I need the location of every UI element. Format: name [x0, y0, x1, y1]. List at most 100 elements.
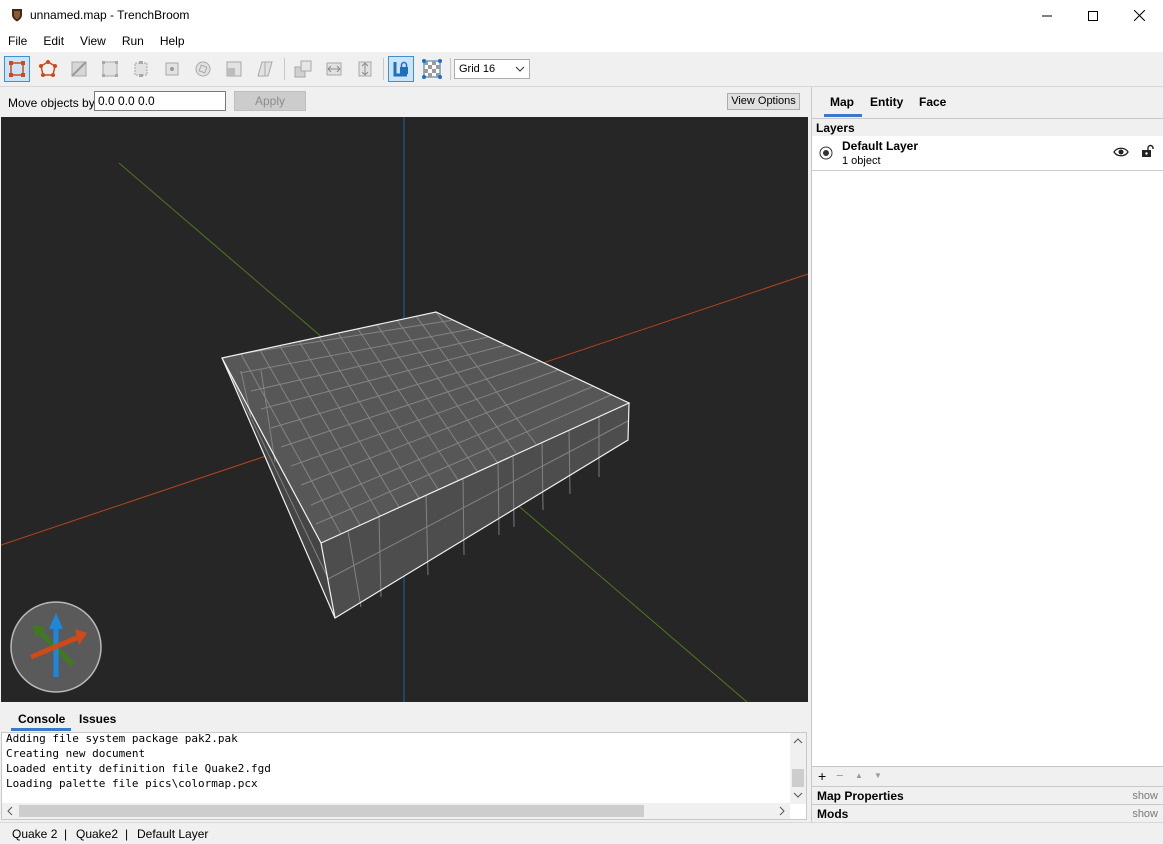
brush-box	[221, 311, 631, 619]
status-bar: Quake 2 | Quake2 | Default Layer	[0, 822, 1163, 844]
edge-tool-button[interactable]	[66, 56, 92, 82]
tab-entity[interactable]: Entity	[870, 95, 903, 109]
duplicate-icon	[294, 60, 312, 78]
status-separator: |	[125, 827, 129, 841]
brush-tool-button[interactable]	[4, 56, 30, 82]
window-title: unnamed.map - TrenchBroom	[30, 8, 190, 22]
grid-size-value: Grid 16	[459, 63, 496, 75]
console-line: Loaded entity definition file Quake2.fgd	[6, 762, 271, 775]
maximize-icon	[1088, 10, 1098, 21]
remove-layer-button[interactable]: −	[836, 768, 844, 783]
edge-tool-icon	[71, 61, 87, 77]
apply-button[interactable]: Apply	[234, 91, 306, 111]
console-tab-bar: Console Issues	[0, 703, 809, 732]
minimize-button[interactable]	[1024, 0, 1070, 31]
scroll-down-icon	[793, 792, 803, 798]
console-horizontal-scroll-thumb[interactable]	[19, 805, 644, 817]
active-layer-radio-icon[interactable]	[819, 146, 833, 160]
map-tab-underline	[824, 114, 862, 117]
flip-vertical-icon	[358, 61, 372, 77]
tab-console[interactable]: Console	[18, 712, 65, 726]
shear-tool-button[interactable]	[252, 56, 278, 82]
entity-tool-button[interactable]	[159, 56, 185, 82]
map-properties-show-toggle[interactable]: show	[1132, 790, 1158, 802]
scale-tool-button[interactable]	[221, 56, 247, 82]
map-properties-section[interactable]: Map Properties show	[812, 786, 1163, 804]
move-objects-input[interactable]: 0.0 0.0 0.0	[94, 91, 226, 111]
layers-title: Layers	[816, 121, 855, 135]
resize-tool-icon	[134, 61, 148, 77]
inspector-panel: Map Entity Face Layers Default Layer 1 o…	[811, 87, 1163, 822]
brush-tool-icon	[9, 61, 25, 77]
layer-object-count: 1 object	[842, 155, 881, 167]
menu-view[interactable]: View	[72, 31, 114, 52]
mods-title: Mods	[817, 807, 849, 821]
texture-lock-button[interactable]	[388, 56, 414, 82]
tab-map[interactable]: Map	[830, 95, 854, 109]
viewport-scene	[1, 117, 808, 702]
menu-help[interactable]: Help	[152, 31, 193, 52]
vertex-tool-icon	[39, 60, 57, 77]
console-horizontal-scrollbar[interactable]	[2, 803, 790, 819]
add-layer-button[interactable]: +	[818, 768, 826, 784]
menu-edit[interactable]: Edit	[35, 31, 72, 52]
layers-list: Default Layer 1 object	[812, 136, 1163, 766]
toolbar-separator	[284, 58, 285, 80]
face-tool-icon	[102, 61, 118, 77]
status-current-layer: Default Layer	[137, 827, 209, 841]
tab-issues[interactable]: Issues	[79, 712, 116, 726]
menu-file[interactable]: File	[0, 31, 35, 52]
uv-lock-button[interactable]	[419, 56, 445, 82]
3d-viewport[interactable]	[1, 117, 808, 702]
menu-bar: File Edit View Run Help	[0, 31, 1163, 52]
move-layer-down-button[interactable]: ▼	[874, 771, 882, 780]
grid-size-select[interactable]: Grid 16	[454, 59, 530, 79]
map-properties-title: Map Properties	[817, 789, 904, 803]
rotate-tool-button[interactable]	[190, 56, 216, 82]
toolbar: Grid 16	[0, 52, 1163, 87]
vertex-tool-button[interactable]	[35, 56, 61, 82]
scroll-left-icon	[7, 806, 13, 816]
status-engine: Quake2	[76, 827, 119, 841]
unlock-icon[interactable]	[1140, 144, 1154, 158]
move-layer-up-button[interactable]: ▲	[855, 771, 863, 780]
toolbar-separator	[383, 58, 384, 80]
status-game: Quake 2	[12, 827, 58, 841]
eye-icon[interactable]	[1113, 146, 1129, 158]
view-options-button[interactable]: View Options	[727, 93, 800, 110]
layers-footer: + − ▲ ▼	[812, 766, 1163, 787]
console-line: Loading palette file pics\colormap.pcx	[6, 777, 258, 790]
flip-vertical-button[interactable]	[352, 56, 378, 82]
console-line: Adding file system package pak2.pak	[6, 732, 238, 745]
resize-tool-button[interactable]	[128, 56, 154, 82]
shear-tool-icon	[257, 61, 273, 77]
toolbar-separator	[450, 58, 451, 80]
close-button[interactable]	[1116, 0, 1162, 31]
console-vertical-scrollbar[interactable]	[790, 733, 806, 804]
face-tool-button[interactable]	[97, 56, 123, 82]
mods-show-toggle[interactable]: show	[1132, 808, 1158, 820]
texture-lock-icon	[393, 61, 408, 77]
point-entity-icon	[165, 62, 179, 76]
layer-row-default[interactable]: Default Layer 1 object	[812, 136, 1163, 171]
axis-gizmo	[10, 601, 102, 693]
console-output[interactable]: Adding file system package pak2.pak Crea…	[1, 732, 807, 820]
mods-section[interactable]: Mods show	[812, 804, 1163, 822]
flip-horizontal-icon	[326, 62, 342, 76]
maximize-button[interactable]	[1070, 0, 1116, 31]
title-bar: unnamed.map - TrenchBroom	[0, 0, 1163, 31]
menu-run[interactable]: Run	[114, 31, 152, 52]
trenchbroom-app-icon	[10, 8, 24, 22]
console-vertical-scroll-thumb[interactable]	[792, 769, 804, 787]
status-separator: |	[64, 827, 68, 841]
uv-lock-checker-icon	[422, 59, 442, 79]
chevron-down-icon	[515, 66, 525, 72]
tab-face[interactable]: Face	[919, 95, 946, 109]
duplicate-button[interactable]	[290, 56, 316, 82]
scroll-up-icon	[793, 738, 803, 744]
flip-horizontal-button[interactable]	[321, 56, 347, 82]
scroll-right-icon	[779, 806, 785, 816]
console-line: Creating new document	[6, 747, 146, 760]
scale-tool-icon	[226, 61, 242, 77]
console-tab-underline	[11, 728, 71, 731]
